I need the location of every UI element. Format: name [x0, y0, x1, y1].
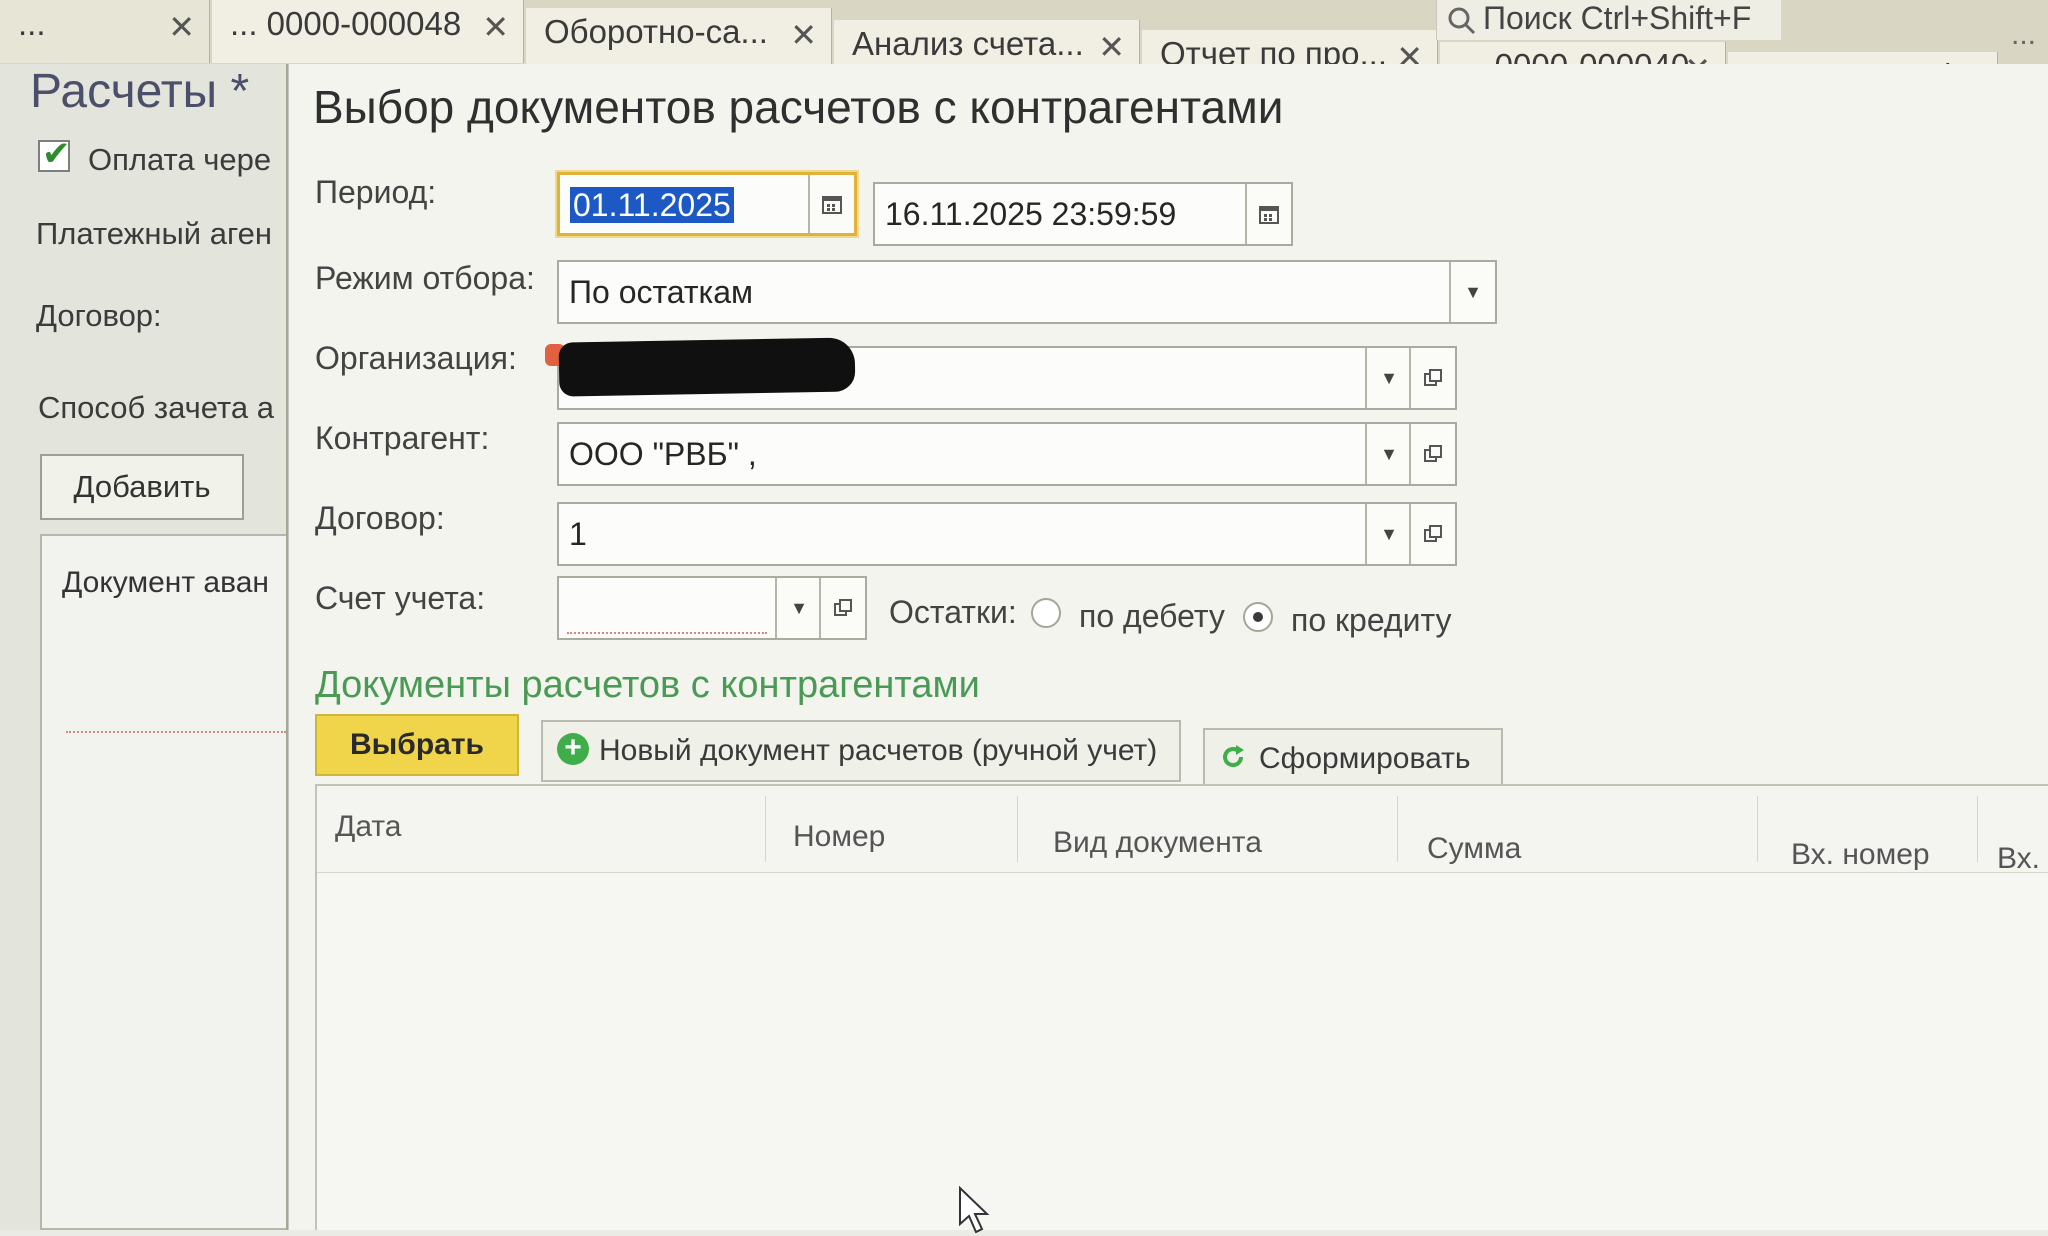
dialog-title: Выбор документов расчетов с контрагентам…	[313, 81, 1284, 133]
period-from-value: 01.11.2025	[570, 187, 734, 223]
selection-mode-label: Режим отбора:	[315, 260, 535, 296]
table-header: Документ аван	[62, 566, 269, 599]
column-separator	[765, 796, 766, 862]
tab-label: ... 0000-000048	[230, 5, 462, 42]
period-label: Период:	[315, 174, 437, 210]
chevron-down-icon[interactable]: ▼	[1365, 424, 1411, 484]
tab-0000-000048[interactable]: ... 0000-000048 ✕	[212, 0, 524, 63]
contract-label: Договор:	[36, 298, 162, 333]
selection-mode-select[interactable]: По остаткам ▼	[557, 260, 1497, 324]
column-separator	[1977, 796, 1978, 862]
column-amount[interactable]: Сумма	[1427, 832, 1521, 866]
payment-checkbox[interactable]	[38, 134, 71, 174]
select-settlement-documents-dialog: Выбор документов расчетов с контрагентам…	[288, 64, 2048, 1234]
column-incoming-date[interactable]: Вх. д	[1997, 842, 2048, 876]
column-document-type[interactable]: Вид документа	[1053, 826, 1262, 860]
background-form: Расчеты * Оплата чере Платежный аген Дог…	[0, 64, 288, 1230]
counterparty-label: Контрагент:	[315, 420, 490, 456]
radio-debit-label: по дебету	[1079, 598, 1225, 634]
open-icon[interactable]	[819, 578, 865, 638]
tab-label: Оборотно-са...	[544, 13, 768, 50]
column-date[interactable]: Дата	[335, 810, 401, 844]
close-icon[interactable]: ✕	[790, 11, 817, 59]
required-underline	[567, 632, 767, 634]
column-number[interactable]: Номер	[793, 820, 885, 854]
search-hint-text: Поиск Ctrl+Shift+F	[1483, 0, 1752, 36]
mouse-cursor-icon	[959, 1186, 990, 1234]
column-separator	[1017, 796, 1018, 862]
offset-method-label: Способ зачета а	[38, 390, 274, 425]
advance-documents-table: Документ аван	[40, 534, 286, 1230]
select-button[interactable]: Выбрать	[315, 714, 519, 776]
column-incoming-number[interactable]: Вх. номер	[1791, 838, 1930, 872]
generate-button[interactable]: Сформировать	[1203, 728, 1503, 790]
chevron-down-icon[interactable]: ▼	[1449, 262, 1495, 322]
form-title: Расчеты *	[30, 65, 250, 118]
add-button[interactable]: Добавить	[40, 454, 244, 520]
redacted-organization	[558, 337, 856, 397]
payment-agent-label: Платежный аген	[36, 216, 272, 251]
radio-debit[interactable]	[1031, 598, 1061, 628]
radio-credit[interactable]	[1243, 602, 1273, 632]
open-icon[interactable]	[1409, 424, 1455, 484]
column-separator	[1757, 796, 1758, 862]
chevron-down-icon[interactable]: ▼	[775, 578, 821, 638]
organization-label: Организация:	[315, 340, 517, 376]
account-field[interactable]: ▼	[557, 576, 867, 640]
radio-credit-label: по кредиту	[1291, 602, 1452, 638]
close-icon[interactable]: ✕	[482, 3, 509, 51]
plus-icon: +	[557, 733, 589, 766]
tab-turnover[interactable]: Оборотно-са... ✕	[526, 8, 832, 71]
section-title: Документы расчетов с контрагентами	[315, 664, 980, 706]
chevron-down-icon[interactable]: ▼	[1365, 348, 1411, 408]
counterparty-value: ООО "РВБ" ,	[569, 436, 757, 472]
open-icon[interactable]	[1409, 504, 1455, 564]
new-document-button[interactable]: + Новый документ расчетов (ручной учет)	[541, 720, 1181, 782]
calendar-icon[interactable]	[1245, 184, 1291, 244]
column-separator	[1397, 796, 1398, 862]
period-from-field[interactable]: 01.11.2025	[557, 172, 857, 236]
open-icon[interactable]	[1409, 348, 1455, 408]
new-document-label: Новый документ расчетов (ручной учет)	[599, 734, 1158, 767]
counterparty-field[interactable]: ООО "РВБ" , ▼	[557, 422, 1457, 486]
period-to-field[interactable]: 16.11.2025 23:59:59	[873, 182, 1293, 246]
period-to-value: 16.11.2025 23:59:59	[885, 196, 1177, 232]
search-icon	[1448, 7, 1476, 34]
selection-mode-value: По остаткам	[569, 274, 754, 310]
tab-label: ...	[18, 5, 46, 42]
account-label: Счет учета:	[315, 580, 486, 616]
contract-label: Договор:	[315, 500, 445, 536]
global-search[interactable]: Поиск Ctrl+Shift+F	[1436, 0, 1782, 40]
generate-label: Сформировать	[1259, 742, 1471, 775]
refresh-icon	[1223, 745, 1244, 768]
calendar-icon[interactable]	[808, 175, 854, 233]
chevron-down-icon[interactable]: ▼	[1365, 504, 1411, 564]
balances-label: Остатки:	[889, 594, 1017, 630]
divider	[66, 731, 286, 733]
tabs-more-icon[interactable]: ...	[2011, 18, 2036, 52]
tab-label: Анализ счета...	[852, 25, 1084, 62]
tab-bar: ... ✕ ... 0000-000048 ✕ Оборотно-са... ✕…	[0, 0, 2048, 115]
documents-table[interactable]: Дата Номер Вид документа Сумма Вх. номер…	[315, 784, 2048, 1234]
close-icon[interactable]: ✕	[168, 3, 195, 51]
payment-checkbox-label: Оплата чере	[88, 142, 272, 177]
organization-field[interactable]: ▼	[545, 337, 1457, 410]
contract-value: 1	[569, 516, 587, 552]
tab-0[interactable]: ... ✕	[0, 0, 210, 63]
contract-field[interactable]: 1 ▼	[557, 502, 1457, 566]
table-header: Дата Номер Вид документа Сумма Вх. номер…	[317, 786, 2048, 876]
